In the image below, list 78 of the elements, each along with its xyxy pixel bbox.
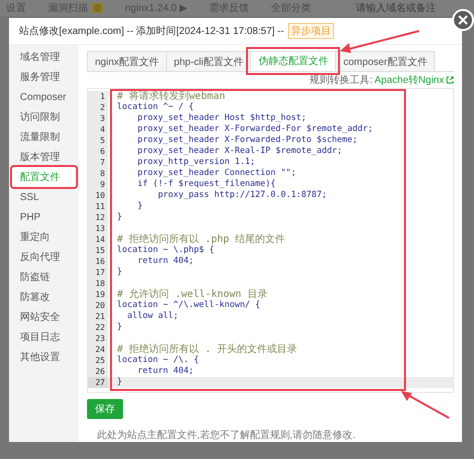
sidebar-item[interactable]: 域名管理 bbox=[12, 47, 76, 67]
line-number: 21 bbox=[94, 311, 106, 322]
dialog-title: 站点修改[example.com] -- 添加时间[2024-12-31 17:08:57] -- bbox=[19, 24, 284, 38]
line-number: 14 bbox=[94, 234, 106, 245]
rule-tool-label: 规则转换工具: bbox=[310, 74, 373, 88]
line-number: 12 bbox=[94, 212, 106, 223]
code-comment: # 允许访问 .well-known 目录 bbox=[117, 289, 268, 300]
search-field[interactable]: 请输入域名或备注 bbox=[354, 1, 468, 15]
line-number: 23 bbox=[94, 333, 106, 344]
line-number: 20 bbox=[94, 300, 106, 311]
sidebar-item[interactable]: SSL bbox=[12, 187, 76, 207]
line-number: 3 bbox=[99, 113, 106, 124]
code-line: if (!-f $request_filename){ bbox=[136, 179, 276, 189]
line-number: 19 bbox=[94, 289, 106, 300]
code-line: proxy_set_header X-Forwarded-Proto $scheme; bbox=[136, 135, 358, 145]
sidebar-item[interactable]: 其他设置 bbox=[12, 347, 76, 367]
sidebar-item[interactable]: 流量限制 bbox=[12, 127, 76, 147]
sidebar-item[interactable]: Composer bbox=[12, 87, 76, 107]
code-comment: # 将请求转发到webman bbox=[117, 91, 226, 102]
line-number: 11 bbox=[94, 201, 106, 212]
external-link-icon[interactable] bbox=[446, 76, 454, 84]
line-number: 16 bbox=[94, 256, 106, 267]
code-editor[interactable] bbox=[87, 88, 454, 393]
code-line: location ~ ^/\.well-known/ { bbox=[117, 300, 260, 310]
code-line: location ~ \.php$ { bbox=[117, 245, 214, 255]
sidebar-item[interactable]: 反向代理 bbox=[12, 247, 76, 267]
code-line: } bbox=[117, 212, 122, 222]
tab[interactable]: php-cli配置文件 bbox=[166, 51, 252, 72]
code-line: return 404; bbox=[136, 256, 194, 266]
tab[interactable]: composer配置文件 bbox=[335, 51, 436, 72]
line-number: 7 bbox=[99, 157, 106, 168]
line-number: 22 bbox=[94, 322, 106, 333]
code-line: proxy_set_header Connection ""; bbox=[136, 168, 296, 178]
tab[interactable]: nginx配置文件 bbox=[87, 51, 167, 72]
code-comment: # 拒绝访问所有以 . 开头的文件或目录 bbox=[117, 344, 298, 355]
annotation-arrow bbox=[399, 389, 449, 419]
sidebar-item[interactable]: 版本管理 bbox=[12, 147, 76, 167]
status-badge: 异步项目 bbox=[288, 23, 334, 39]
sidebar-item[interactable]: 访问限制 bbox=[12, 107, 76, 127]
sidebar-item[interactable]: 防盗链 bbox=[12, 267, 76, 287]
code-line: location ^~ / { bbox=[117, 102, 194, 112]
line-number: 4 bbox=[99, 124, 106, 135]
sidebar-item[interactable]: 服务管理 bbox=[12, 67, 76, 87]
close-icon[interactable] bbox=[452, 9, 474, 31]
line-number: 17 bbox=[94, 267, 106, 278]
config-note: 此处为站点主配置文件,若您不了解配置规则,请勿随意修改. bbox=[97, 428, 356, 442]
line-number: 10 bbox=[94, 190, 106, 201]
code-line: return 404; bbox=[136, 366, 194, 376]
line-number: 26 bbox=[94, 366, 106, 377]
code-line: proxy_set_header Host $http_host; bbox=[136, 113, 306, 123]
code-line: proxy_set_header X-Real-IP $remote_addr; bbox=[136, 146, 342, 156]
line-number: 6 bbox=[99, 146, 106, 157]
code-line: proxy_set_header X-Forwarded-For $remote_addr; bbox=[136, 124, 373, 134]
line-number: 8 bbox=[99, 168, 106, 179]
code-line: } bbox=[117, 267, 122, 277]
line-number: 1 bbox=[99, 91, 106, 102]
sidebar-item[interactable]: 重定向 bbox=[12, 227, 76, 247]
line-number: 13 bbox=[94, 223, 106, 234]
code-line: allow all; bbox=[126, 311, 178, 321]
code-line: } bbox=[136, 201, 143, 211]
line-number: 27 bbox=[88, 377, 108, 388]
line-number: 9 bbox=[99, 179, 106, 190]
code-line: location ~ /\. { bbox=[117, 355, 199, 365]
line-number: 2 bbox=[99, 102, 106, 113]
line-number: 24 bbox=[94, 344, 106, 355]
line-number: 15 bbox=[94, 245, 106, 256]
line-number: 5 bbox=[99, 135, 106, 146]
sidebar-item[interactable]: 项目日志 bbox=[12, 327, 76, 347]
code-line: proxy_pass http://127.0.0.1:8787; bbox=[156, 190, 327, 200]
code-line: proxy_http_version 1.1; bbox=[136, 157, 256, 167]
code-line: } bbox=[117, 377, 122, 387]
code-comment: # 拒绝访问所有以 .php 结尾的文件 bbox=[117, 234, 286, 245]
sidebar-item[interactable]: PHP bbox=[12, 207, 76, 227]
line-number: 25 bbox=[94, 355, 106, 366]
sidebar-item[interactable]: 网站安全 bbox=[12, 307, 76, 327]
line-number: 18 bbox=[94, 278, 106, 289]
code-line: } bbox=[117, 322, 122, 332]
sidebar-item[interactable]: 防篡改 bbox=[12, 287, 76, 307]
